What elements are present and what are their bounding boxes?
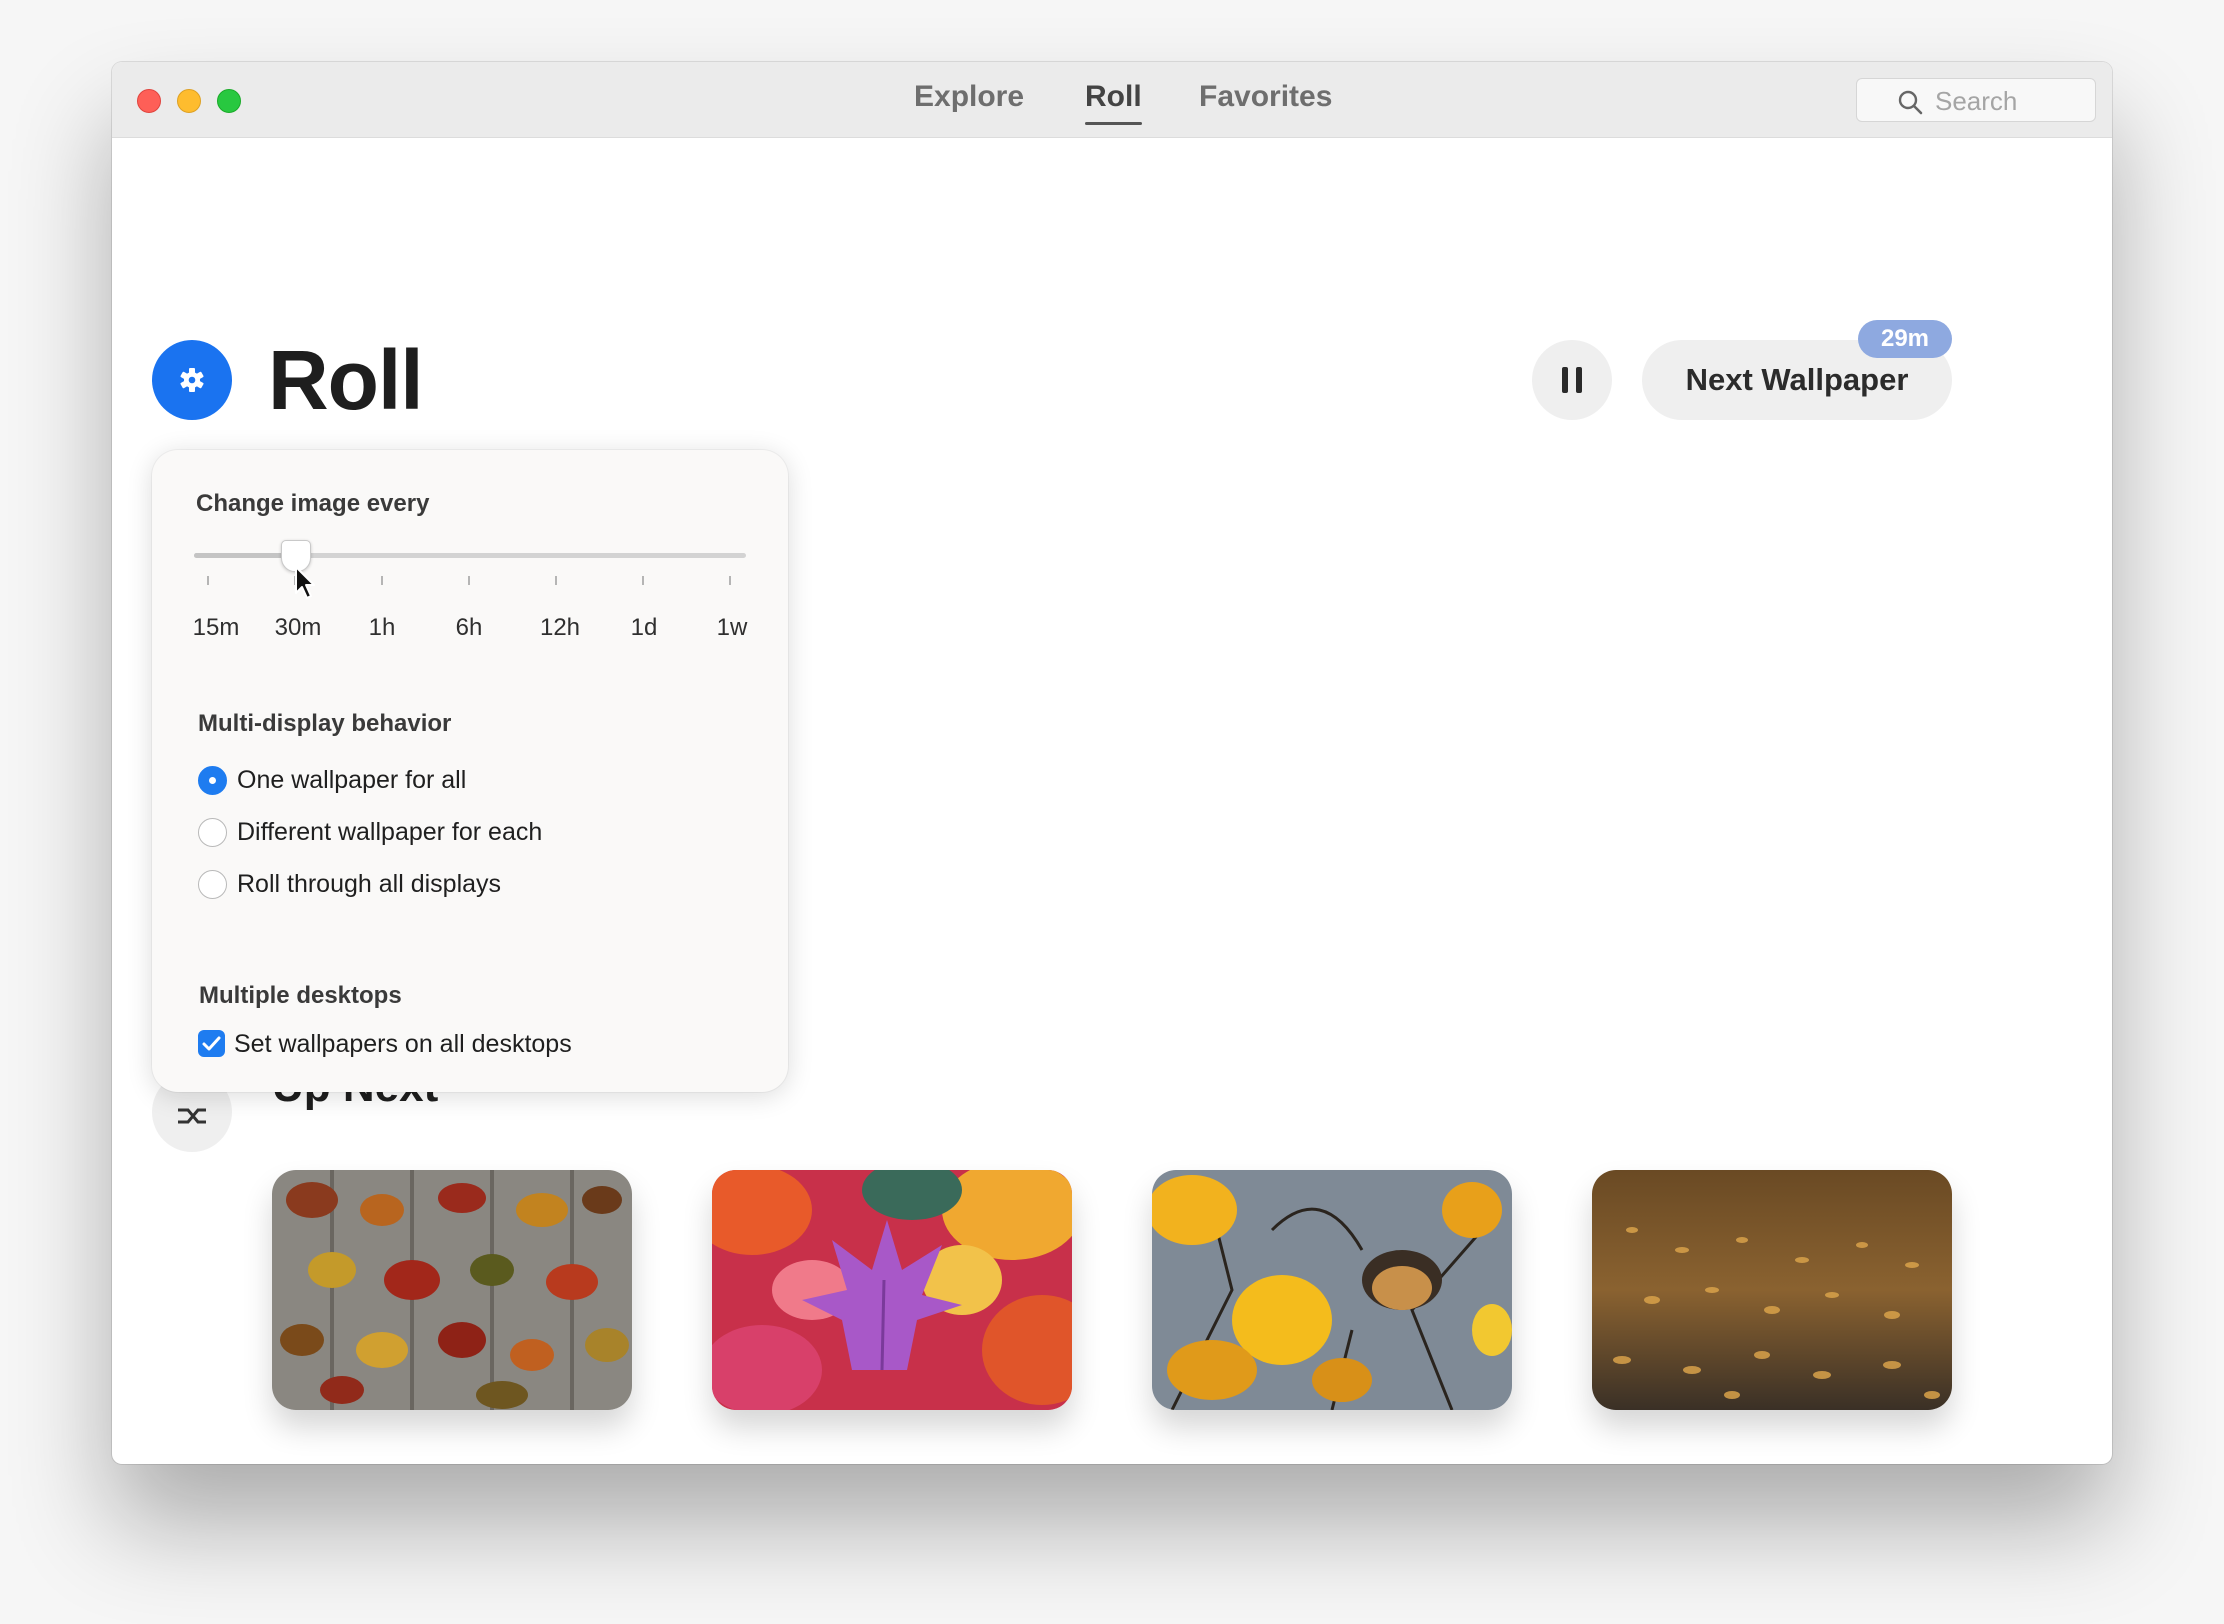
mouse-cursor-icon [295,566,315,599]
wallpaper-thumbnail-4[interactable] [1592,1170,1952,1410]
multiple-desktops-label: Multiple desktops [199,982,402,1009]
pause-button[interactable] [1532,340,1612,420]
interval-option-30m[interactable]: 30m [258,614,338,642]
settings-button[interactable] [152,340,232,420]
checkbox[interactable] [198,1030,225,1057]
radio-label: One wallpaper for all [237,766,467,794]
interval-label: Change image every [196,490,430,517]
interval-option-15m[interactable]: 15m [176,614,256,642]
wallpaper-thumbnail-3[interactable] [1152,1170,1512,1410]
radio-button[interactable] [198,870,227,899]
search-field[interactable]: Search [1856,78,2096,122]
interval-option-1h[interactable]: 1h [342,614,422,642]
multi-display-label: Multi-display behavior [198,710,452,737]
title-bar: Explore Roll Favorites Search [112,62,2112,138]
tab-explore[interactable]: Explore [914,79,1024,115]
timer-badge: 29m [1858,320,1952,358]
tab-favorites[interactable]: Favorites [1199,79,1332,115]
checkbox-label: Set wallpapers on all desktops [234,1030,572,1058]
interval-slider-track[interactable] [194,553,746,558]
page-title: Roll [268,333,424,427]
radio-button[interactable] [198,818,227,847]
app-window: Explore Roll Favorites Search Roll Next … [112,62,2112,1464]
search-placeholder: Search [1935,86,2018,116]
gear-icon [180,368,204,392]
wallpaper-thumbnail-2[interactable] [712,1170,1072,1410]
radio-button[interactable] [198,766,227,795]
wallpaper-thumbnail-1[interactable] [272,1170,632,1410]
radio-label: Different wallpaper for each [237,818,543,846]
next-wallpaper-label: Next Wallpaper [1685,362,1909,397]
settings-popover: Change image every 15m 30m 1h 6h 12h 1d … [152,450,788,1092]
interval-option-1d[interactable]: 1d [604,614,684,642]
interval-option-1w[interactable]: 1w [692,614,772,642]
interval-option-12h[interactable]: 12h [520,614,600,642]
checkmark-icon [202,1036,221,1051]
interval-option-6h[interactable]: 6h [429,614,509,642]
tab-roll[interactable]: Roll [1085,79,1142,125]
radio-label: Roll through all displays [237,870,502,898]
main-tabs: Explore Roll Favorites [112,62,2112,137]
search-icon [1898,90,1923,115]
